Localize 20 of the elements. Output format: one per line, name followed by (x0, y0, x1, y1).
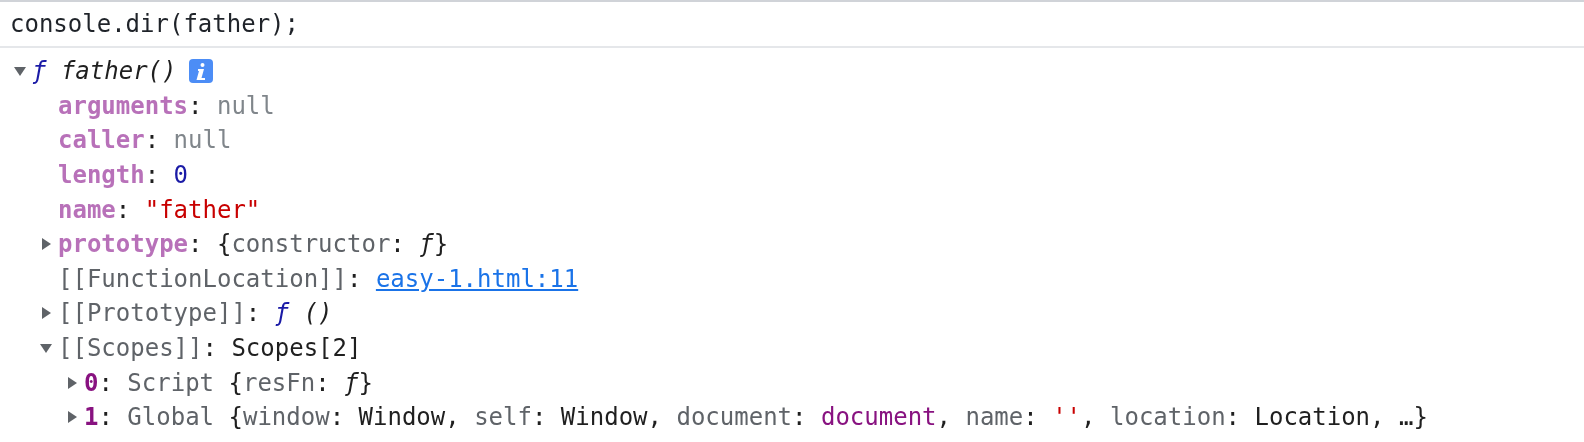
property-line: name: "father" (58, 194, 261, 225)
info-icon[interactable] (188, 59, 213, 84)
collapse-arrow-icon[interactable] (14, 65, 26, 78)
function-signature: ƒ father() (32, 56, 177, 87)
expand-arrow-icon[interactable] (40, 238, 52, 251)
property-line: prototype: {constructor: ƒ} (58, 229, 449, 260)
property-line: length: 0 (58, 160, 189, 191)
source-link[interactable]: easy-1.html:11 (375, 264, 579, 293)
expand-arrow-icon[interactable] (66, 411, 78, 424)
property-line: caller: null (58, 125, 232, 156)
console-input[interactable]: console.dir(father); (0, 2, 1584, 48)
property-label: [[FunctionLocation]]: (58, 263, 363, 294)
property-line: [[Scopes]]: Scopes[2] (58, 333, 362, 364)
property-line: [[Prototype]]: ƒ () (58, 298, 333, 329)
property-line: 0: Script {resFn: ƒ} (84, 367, 374, 398)
expand-arrow-icon[interactable] (66, 376, 78, 389)
property-line: 1: Global {window: Window, self: Window, document: document, name: '', location: Location, …} (84, 402, 1428, 433)
property-line: arguments: null (58, 90, 275, 121)
collapse-arrow-icon[interactable] (40, 342, 52, 355)
expand-arrow-icon[interactable] (40, 307, 52, 320)
